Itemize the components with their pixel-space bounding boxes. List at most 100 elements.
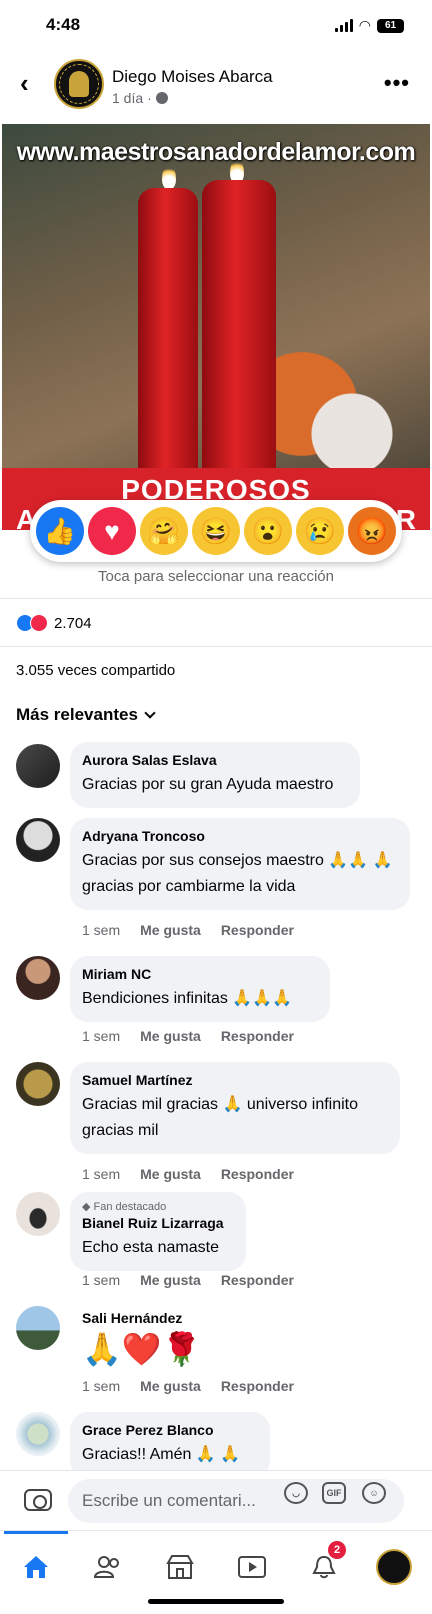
like-comment-button[interactable]: Me gusta (140, 1028, 201, 1044)
comment-composer: Escribe un comentari... ◡ GIF ☺ (0, 1470, 432, 1530)
like-comment-button[interactable]: Me gusta (140, 922, 201, 938)
like-reaction-icon[interactable]: 👍 (36, 507, 84, 555)
avatar[interactable] (16, 818, 60, 862)
reaction-hint: Toca para seleccionar una reacción (98, 568, 334, 585)
more-options-icon[interactable]: ••• (384, 70, 410, 96)
reaction-count: 2.704 (54, 614, 92, 632)
comment-time: 1 sem (82, 1272, 121, 1288)
comment-content: Sali Hernández 🙏❤️🌹 (82, 1310, 202, 1368)
comment-bubble[interactable]: Miriam NC Bendiciones infinitas 🙏🙏🙏 (70, 956, 330, 1022)
gif-icon[interactable]: GIF (322, 1482, 346, 1504)
avatar[interactable] (16, 1062, 60, 1106)
like-comment-button[interactable]: Me gusta (140, 1378, 201, 1394)
notification-badge: 2 (328, 1541, 346, 1559)
marketplace-icon[interactable] (160, 1547, 200, 1587)
comment-actions: 1 sem Me gusta Responder (82, 1272, 294, 1288)
reply-button[interactable]: Responder (221, 1028, 294, 1044)
comment-bubble[interactable]: Samuel Martínez Gracias mil gracias 🙏 un… (70, 1062, 400, 1154)
commenter-name[interactable]: Grace Perez Blanco (82, 1422, 258, 1438)
status-time: 4:48 (46, 15, 81, 34)
comment-time: 1 sem (82, 922, 121, 938)
divider (0, 646, 432, 647)
comment-bubble[interactable]: ◆ Fan destacado Bianel Ruiz Lizarraga Ec… (70, 1192, 246, 1271)
active-tab-indicator (4, 1531, 68, 1534)
sad-reaction-icon[interactable]: 😢 (296, 507, 344, 555)
fan-badge: ◆ Fan destacado (82, 1200, 234, 1213)
comment-bubble[interactable]: Aurora Salas Eslava Gracias por su gran … (70, 742, 360, 808)
comment-text: Gracias por su gran Ayuda maestro (82, 776, 334, 793)
sort-comments-dropdown[interactable]: Más relevantes (16, 705, 156, 725)
status-icons: ◠ 61 (334, 17, 404, 34)
care-reaction-icon[interactable]: 🤗 (140, 507, 188, 555)
comment-text: Gracias!! Amén 🙏 🙏 (82, 1446, 241, 1463)
love-mini-icon (30, 614, 48, 632)
reply-button[interactable]: Responder (221, 1378, 294, 1394)
home-indicator (148, 1599, 284, 1604)
watch-icon[interactable] (232, 1547, 272, 1587)
diamond-icon: ◆ (82, 1201, 94, 1213)
comment-actions: 1 sem Me gusta Responder (82, 1378, 294, 1394)
comment-actions: 1 sem Me gusta Responder (82, 922, 294, 938)
share-count[interactable]: 3.055 veces compartido (16, 662, 175, 679)
reply-button[interactable]: Responder (221, 922, 294, 938)
camera-icon[interactable] (24, 1489, 52, 1511)
fan-badge-label: Fan destacado (93, 1201, 167, 1213)
reply-button[interactable]: Responder (221, 1166, 294, 1182)
author-name[interactable]: Diego Moises Abarca (112, 67, 273, 87)
reaction-summary[interactable]: 2.704 (16, 614, 92, 632)
avatar[interactable] (16, 1306, 60, 1350)
home-icon[interactable] (16, 1547, 56, 1587)
post-header: ‹ Diego Moises Abarca 1 día · ••• (0, 52, 432, 118)
emoji-icon[interactable]: ☺ (362, 1482, 386, 1504)
comment-actions: 1 sem Me gusta Responder (82, 1166, 294, 1182)
profile-avatar (376, 1549, 412, 1585)
bottom-tab-bar: 2 (0, 1530, 432, 1614)
reaction-picker: 👍 ♥ 🤗 😆 😮 😢 😡 (30, 500, 402, 562)
commenter-name[interactable]: Samuel Martínez (82, 1072, 388, 1088)
comment-text: Gracias mil gracias 🙏 universo infinito … (82, 1096, 359, 1139)
comment-bubble[interactable]: Grace Perez Blanco Gracias!! Amén 🙏 🙏 (70, 1412, 270, 1478)
angry-reaction-icon[interactable]: 😡 (348, 507, 396, 555)
candle-left (138, 188, 198, 488)
candle-flame (162, 164, 176, 190)
commenter-name[interactable]: Aurora Salas Eslava (82, 752, 348, 768)
sort-label: Más relevantes (16, 705, 138, 724)
commenter-name[interactable]: Adryana Troncoso (82, 828, 398, 844)
comment-emoji-text: 🙏❤️🌹 (82, 1331, 202, 1367)
avatar[interactable] (16, 956, 60, 1000)
commenter-name[interactable]: Miriam NC (82, 966, 318, 982)
commenter-name[interactable]: Bianel Ruiz Lizarraga (82, 1215, 234, 1231)
haha-reaction-icon[interactable]: 😆 (192, 507, 240, 555)
friends-icon[interactable] (88, 1547, 128, 1587)
reply-button[interactable]: Responder (221, 1272, 294, 1288)
comment-input[interactable]: Escribe un comentari... (68, 1479, 404, 1523)
commenter-name[interactable]: Sali Hernández (82, 1310, 202, 1326)
post-meta: 1 día · (112, 90, 168, 106)
comment-bubble[interactable]: Adryana Troncoso Gracias por sus consejo… (70, 818, 410, 910)
love-reaction-icon[interactable]: ♥ (88, 507, 136, 555)
comment-time: 1 sem (82, 1378, 121, 1394)
reaction-mini-icons (16, 614, 48, 632)
like-comment-button[interactable]: Me gusta (140, 1166, 201, 1182)
post-time[interactable]: 1 día (112, 90, 143, 106)
comment-time: 1 sem (82, 1166, 121, 1182)
comment-text: Echo esta namaste (82, 1239, 219, 1256)
back-arrow-icon[interactable]: ‹ (20, 70, 29, 96)
comment-time: 1 sem (82, 1028, 121, 1044)
battery-icon: 61 (377, 18, 404, 33)
comment-actions: 1 sem Me gusta Responder (82, 1028, 294, 1044)
wow-reaction-icon[interactable]: 😮 (244, 507, 292, 555)
like-comment-button[interactable]: Me gusta (140, 1272, 201, 1288)
profile-menu-icon[interactable] (374, 1547, 414, 1587)
avatar[interactable] (16, 1192, 60, 1236)
avatar[interactable] (16, 744, 60, 788)
image-watermark: www.maestrosanadordelamor.com (16, 138, 416, 166)
status-bar: 4:48 ◠ 61 (0, 0, 432, 50)
signal-icon (334, 19, 353, 32)
avatar[interactable] (16, 1412, 60, 1456)
sticker-icon[interactable]: ◡ (284, 1482, 308, 1504)
candle-right (202, 180, 276, 490)
chevron-down-icon (144, 706, 156, 719)
author-avatar[interactable] (54, 59, 104, 109)
notifications-icon[interactable]: 2 (304, 1541, 346, 1587)
